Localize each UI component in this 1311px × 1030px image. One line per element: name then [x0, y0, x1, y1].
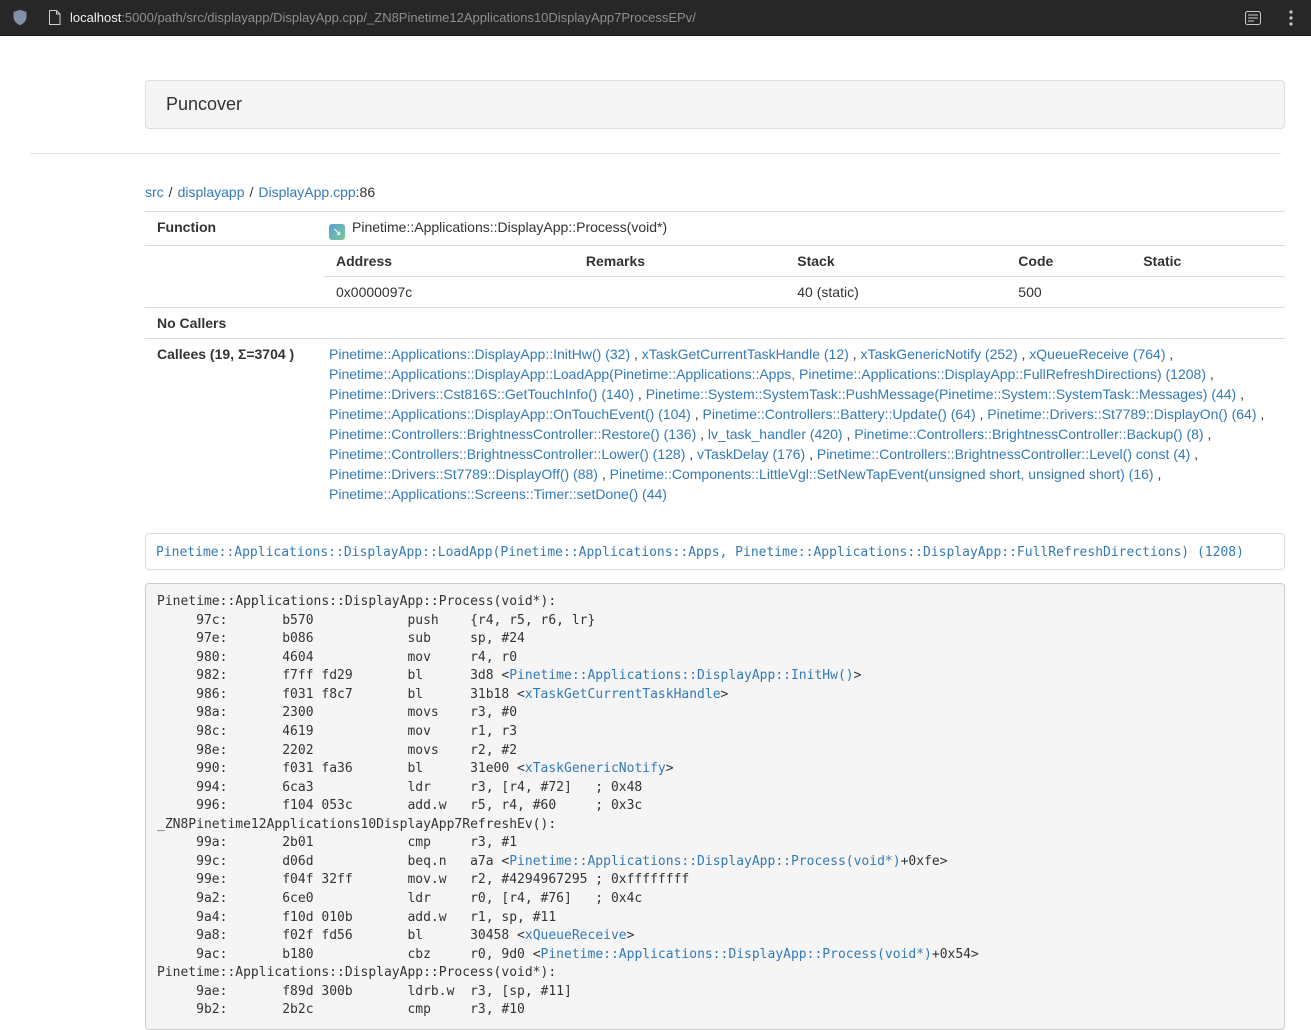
- callee-link[interactable]: Pinetime::Controllers::BrightnessControl…: [854, 426, 1203, 442]
- method-icon: ↘: [329, 224, 345, 240]
- shield-icon[interactable]: [12, 9, 28, 26]
- puncover-title-panel: Puncover: [145, 80, 1285, 129]
- cell-static: [1131, 277, 1285, 308]
- symbol-link[interactable]: Pinetime::Applications::DisplayApp::Init…: [509, 668, 853, 683]
- callees-row: Callees (19, Σ=3704 ) Pinetime::Applicat…: [145, 339, 1285, 510]
- callee-link[interactable]: Pinetime::Components::LittleVgl::SetNewT…: [610, 466, 1154, 482]
- column-header-address: Address: [324, 246, 574, 277]
- cell-remarks: [574, 277, 785, 308]
- symbol-link[interactable]: Pinetime::Applications::DisplayApp::Proc…: [509, 854, 900, 869]
- details-row: Address Remarks Stack Code Static 0x0000…: [145, 246, 1285, 308]
- table-row: 0x0000097c 40 (static) 500: [324, 277, 1285, 308]
- callees-label: Callees (19, Σ=3704 ): [145, 339, 317, 510]
- function-name-cell: ↘ Pinetime::Applications::DisplayApp::Pro…: [317, 212, 1285, 246]
- load-app-link[interactable]: Pinetime::Applications::DisplayApp::Load…: [156, 545, 1244, 560]
- callee-link[interactable]: xTaskGetCurrentTaskHandle (12): [642, 346, 849, 362]
- address-bar[interactable]: localhost:5000/path/src/displayapp/Displ…: [70, 10, 1245, 25]
- callee-link[interactable]: Pinetime::Controllers::BrightnessControl…: [329, 426, 696, 442]
- disassembly: Pinetime::Applications::DisplayApp::Proc…: [145, 583, 1285, 1030]
- address-table: Address Remarks Stack Code Static 0x0000…: [324, 246, 1285, 307]
- callee-link[interactable]: Pinetime::Controllers::BrightnessControl…: [817, 446, 1190, 462]
- no-callers-row: No Callers: [145, 308, 1285, 339]
- selected-callee-panel: Pinetime::Applications::DisplayApp::Load…: [145, 533, 1285, 570]
- column-header-static: Static: [1131, 246, 1285, 277]
- breadcrumb-link-src[interactable]: src: [145, 184, 164, 200]
- kebab-menu-icon[interactable]: [1289, 10, 1293, 26]
- function-name: Pinetime::Applications::DisplayApp::Proc…: [352, 219, 667, 235]
- symbol-link[interactable]: xTaskGenericNotify: [525, 761, 666, 776]
- callee-link[interactable]: Pinetime::Applications::DisplayApp::Load…: [329, 366, 1206, 382]
- column-header-remarks: Remarks: [574, 246, 785, 277]
- function-row: Function ↘ Pinetime::Applications::Displa…: [145, 212, 1285, 246]
- callee-link[interactable]: Pinetime::Controllers::Battery::Update()…: [703, 406, 976, 422]
- callee-link[interactable]: Pinetime::Controllers::BrightnessControl…: [329, 446, 685, 462]
- cell-code: 500: [1006, 277, 1131, 308]
- breadcrumb-separator: /: [250, 184, 254, 200]
- breadcrumb-link-file[interactable]: DisplayApp.cpp: [258, 184, 355, 200]
- url-host: localhost: [70, 10, 121, 25]
- line-number: :86: [356, 184, 375, 200]
- column-header-code: Code: [1006, 246, 1131, 277]
- callee-link[interactable]: Pinetime::System::SystemTask::PushMessag…: [646, 386, 1237, 402]
- callee-link[interactable]: xTaskGenericNotify (252): [860, 346, 1017, 362]
- callee-link[interactable]: Pinetime::Drivers::Cst816S::GetTouchInfo…: [329, 386, 634, 402]
- callee-link[interactable]: Pinetime::Applications::Screens::Timer::…: [329, 486, 667, 502]
- row-label-empty: [145, 246, 317, 308]
- function-table: Function ↘Pinetime::Applications::Displa…: [145, 211, 1285, 509]
- callee-link[interactable]: Pinetime::Drivers::St7789::DisplayOff() …: [329, 466, 598, 482]
- url-path: :5000/path/src/displayapp/DisplayApp.cpp…: [121, 10, 696, 25]
- breadcrumb: src/displayapp/DisplayApp.cpp:86: [145, 184, 1285, 200]
- details-cell: Address Remarks Stack Code Static 0x0000…: [317, 246, 1285, 308]
- reader-mode-icon[interactable]: [1245, 11, 1261, 25]
- callee-link[interactable]: Pinetime::Applications::DisplayApp::OnTo…: [329, 406, 691, 422]
- callees-list: Pinetime::Applications::DisplayApp::Init…: [317, 339, 1285, 510]
- symbol-link[interactable]: xTaskGetCurrentTaskHandle: [525, 687, 721, 702]
- callee-link[interactable]: Pinetime::Drivers::St7789::DisplayOn() (…: [987, 406, 1256, 422]
- browser-chrome: localhost:5000/path/src/displayapp/Displ…: [0, 0, 1311, 36]
- callee-link[interactable]: xQueueReceive (764): [1029, 346, 1165, 362]
- symbol-link[interactable]: xQueueReceive: [525, 928, 627, 943]
- cell-address: 0x0000097c: [324, 277, 574, 308]
- function-label: Function: [145, 212, 317, 246]
- cell-stack: 40 (static): [785, 277, 1006, 308]
- no-callers-cell: [317, 308, 1285, 339]
- horizontal-rule: [30, 153, 1281, 154]
- breadcrumb-link-displayapp[interactable]: displayapp: [178, 184, 245, 200]
- callee-link[interactable]: lv_task_handler (420): [708, 426, 843, 442]
- callee-link[interactable]: vTaskDelay (176): [697, 446, 805, 462]
- page-title: Puncover: [166, 94, 242, 114]
- page-security-icon[interactable]: [48, 10, 61, 25]
- column-header-stack: Stack: [785, 246, 1006, 277]
- symbol-link[interactable]: Pinetime::Applications::DisplayApp::Proc…: [541, 947, 932, 962]
- breadcrumb-separator: /: [169, 184, 173, 200]
- table-header-row: Address Remarks Stack Code Static: [324, 246, 1285, 277]
- callee-link[interactable]: Pinetime::Applications::DisplayApp::Init…: [329, 346, 630, 362]
- no-callers-label: No Callers: [145, 308, 317, 339]
